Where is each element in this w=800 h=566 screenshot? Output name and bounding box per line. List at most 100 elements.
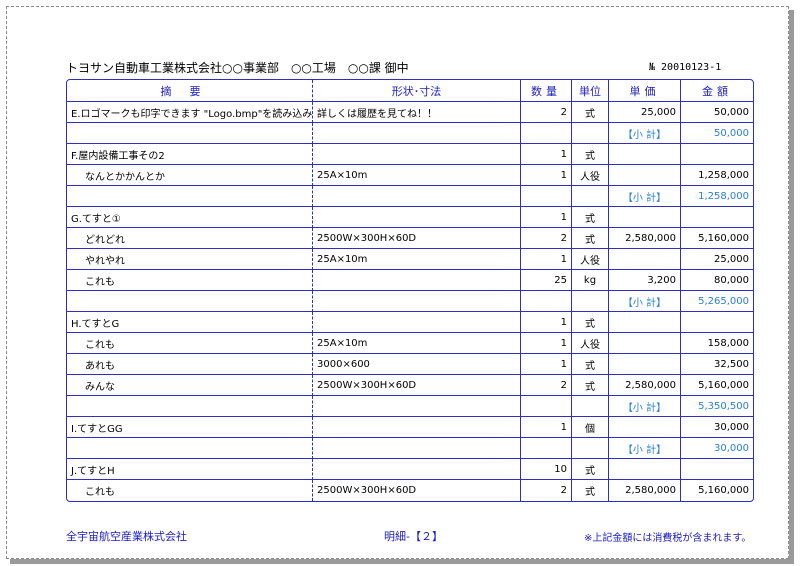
subtotal-label: 【小 計】 (609, 291, 681, 312)
cell-spec (313, 312, 521, 333)
cell-quantity (521, 291, 572, 312)
subtotal-row: 【小 計】 1,258,000 (67, 186, 753, 207)
cell-unit: 人役 (572, 333, 609, 354)
column-header-spec: 形状･寸法 (313, 80, 521, 102)
cell-amount (681, 312, 753, 333)
cell-description: どれどれ (67, 228, 313, 249)
page-shadow-right (789, 10, 794, 563)
cell-spec: 25A×10m (313, 165, 521, 186)
cell-unit-price: 3,200 (609, 270, 681, 291)
cell-unit: 式 (572, 480, 609, 501)
cell-unit: 式 (572, 228, 609, 249)
cell-spec (313, 270, 521, 291)
cell-amount: 30,000 (681, 417, 753, 438)
cell-description: みんな (67, 375, 313, 396)
column-header-description: 摘要 (67, 80, 313, 102)
cell-spec (313, 438, 521, 459)
table-row: これも 25A×10m 1 人役 158,000 (67, 333, 753, 354)
cell-unit-price (609, 417, 681, 438)
table-row: G.てすと① 1 式 (67, 207, 753, 228)
cell-quantity: 1 (521, 144, 572, 165)
table-row: どれどれ 2500W×300H×60D 2 式 2,580,000 5,160,000 (67, 228, 753, 249)
table-row: なんとかかんとか 25A×10m 1 人役 1,258,000 (67, 165, 753, 186)
document-number: № 20010123-1 (649, 62, 722, 73)
column-header-amount: 金額 (681, 80, 753, 102)
cell-description (67, 186, 313, 207)
cell-amount (681, 459, 753, 480)
cell-quantity: 2 (521, 102, 572, 123)
column-header-unit: 単位 (572, 80, 609, 102)
cell-description (67, 291, 313, 312)
subtotal-row: 【小 計】 5,265,000 (67, 291, 753, 312)
cell-unit: 式 (572, 102, 609, 123)
subtotal-label: 【小 計】 (609, 123, 681, 144)
itemized-table: 摘要 形状･寸法 数量 単位 単価 金額 E.ロゴマークも印字できます "Log… (66, 79, 754, 502)
recipient-name: トヨサン自動車工業株式会社○○事業部 ○○工場 ○○課 御中 (66, 61, 409, 75)
cell-quantity: 2 (521, 228, 572, 249)
cell-spec (313, 144, 521, 165)
subtotal-row: 【小 計】 30,000 (67, 438, 753, 459)
cell-quantity: 1 (521, 207, 572, 228)
table-row: やれやれ 25A×10m 1 人役 25,000 (67, 249, 753, 270)
cell-quantity: 1 (521, 312, 572, 333)
cell-spec (313, 396, 521, 417)
table-row: I.てすとGG 1 個 30,000 (67, 417, 753, 438)
cell-unit-price (609, 312, 681, 333)
table-row: あれも 3000×600 1 式 32,500 (67, 354, 753, 375)
cell-spec: 2500W×300H×60D (313, 228, 521, 249)
subtotal-amount: 5,265,000 (681, 291, 753, 312)
cell-unit-price (609, 354, 681, 375)
cell-spec (313, 417, 521, 438)
cell-quantity: 1 (521, 165, 572, 186)
cell-spec: 2500W×300H×60D (313, 480, 521, 501)
table-row: E.ロゴマークも印字できます "Logo.bmp"を読み込みます。詳しくは履歴を… (67, 102, 753, 123)
cell-spec (313, 459, 521, 480)
cell-unit: 個 (572, 417, 609, 438)
cell-unit-price (609, 144, 681, 165)
cell-spec: 詳しくは履歴を見てね！！ (313, 102, 521, 123)
cell-quantity: 2 (521, 375, 572, 396)
cell-unit (572, 291, 609, 312)
cell-description: I.てすとGG (67, 417, 313, 438)
cell-quantity: 1 (521, 333, 572, 354)
cell-description: やれやれ (67, 249, 313, 270)
cell-description: J.てすとH (67, 459, 313, 480)
cell-unit: 式 (572, 354, 609, 375)
cell-spec: 2500W×300H×60D (313, 375, 521, 396)
cell-spec (313, 207, 521, 228)
cell-unit (572, 396, 609, 417)
cell-amount: 80,000 (681, 270, 753, 291)
cell-description (67, 438, 313, 459)
table-row: J.てすとH 10 式 (67, 459, 753, 480)
cell-spec (313, 186, 521, 207)
cell-unit (572, 438, 609, 459)
cell-amount: 158,000 (681, 333, 753, 354)
cell-description: G.てすと① (67, 207, 313, 228)
cell-unit-price: 2,580,000 (609, 375, 681, 396)
subtotal-amount: 1,258,000 (681, 186, 753, 207)
column-header-quantity: 数量 (521, 80, 572, 102)
cell-quantity (521, 396, 572, 417)
cell-spec (313, 123, 521, 144)
cell-amount: 50,000 (681, 102, 753, 123)
cell-unit-price (609, 459, 681, 480)
cell-unit-price: 2,580,000 (609, 480, 681, 501)
cell-unit: 人役 (572, 165, 609, 186)
cell-unit: 式 (572, 312, 609, 333)
cell-spec: 25A×10m (313, 249, 521, 270)
cell-amount: 5,160,000 (698, 485, 749, 496)
table-body: E.ロゴマークも印字できます "Logo.bmp"を読み込みます。詳しくは履歴を… (67, 102, 753, 501)
cell-description: なんとかかんとか (67, 165, 313, 186)
cell-description: あれも (67, 354, 313, 375)
subtotal-row: 【小 計】 5,350,500 (67, 396, 753, 417)
cell-quantity: 1 (521, 417, 572, 438)
cell-unit: kg (572, 270, 609, 291)
cell-description: これも (67, 333, 313, 354)
cell-quantity: 10 (521, 459, 572, 480)
cell-unit-price (609, 333, 681, 354)
page-shadow-bottom (10, 559, 794, 564)
cell-unit-price: 25,000 (609, 102, 681, 123)
cell-unit: 式 (572, 375, 609, 396)
cell-quantity (521, 186, 572, 207)
cell-amount: 5,160,000 (681, 375, 753, 396)
